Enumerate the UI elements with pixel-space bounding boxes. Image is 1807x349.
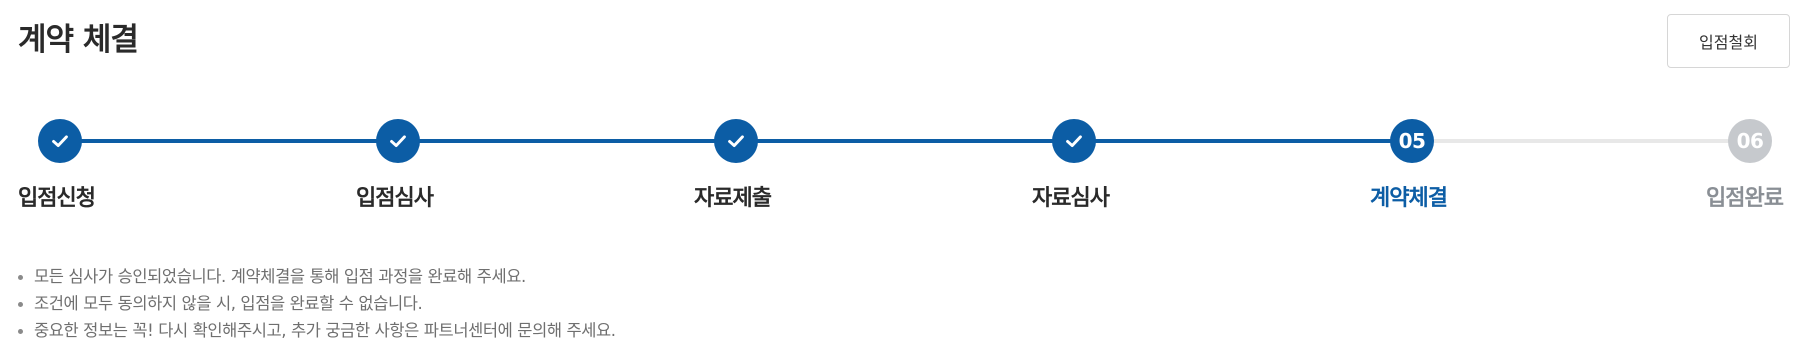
notice-item: 중요한 정보는 꼭! 다시 확인해주시고, 추가 궁금한 사항은 파트너센터에 … (16, 317, 616, 344)
step-4-label: 자료심사 (1032, 186, 1110, 211)
notice-item: 모든 심사가 승인되었습니다. 계약체결을 통해 입점 과정을 완료해 주세요. (16, 263, 616, 290)
check-icon (728, 135, 744, 148)
step-connector-4-5 (1054, 139, 1392, 143)
check-icon (52, 135, 68, 148)
notice-list: 모든 심사가 승인되었습니다. 계약체결을 통해 입점 과정을 완료해 주세요.… (16, 263, 616, 344)
step-2-label: 입점심사 (356, 186, 434, 211)
step-1-label: 입점신청 (18, 186, 96, 211)
step-connector-2-3 (378, 139, 716, 143)
withdraw-button[interactable]: 입점철회 (1667, 14, 1790, 68)
check-icon (390, 135, 406, 148)
step-5-label: 계약체결 (1370, 186, 1448, 211)
progress-stepper: 입점신청 입점심사 자료제출 자료심사 05 계약체결 06 입점완료 (0, 112, 1807, 212)
check-icon (1066, 135, 1082, 148)
step-connector-3-4 (716, 139, 1054, 143)
step-6-label: 입점완료 (1706, 186, 1784, 211)
step-3-label: 자료제출 (694, 186, 772, 211)
step-4-circle (1052, 119, 1096, 163)
step-5-circle: 05 (1390, 119, 1434, 163)
step-2-circle (376, 119, 420, 163)
step-1-circle (38, 119, 82, 163)
step-connector-1-2 (60, 139, 378, 143)
step-connector-5-6 (1392, 139, 1730, 143)
step-6-circle: 06 (1728, 119, 1772, 163)
step-3-circle (714, 119, 758, 163)
notice-item: 조건에 모두 동의하지 않을 시, 입점을 완료할 수 없습니다. (16, 290, 616, 317)
page-title: 계약 체결 (18, 22, 139, 58)
